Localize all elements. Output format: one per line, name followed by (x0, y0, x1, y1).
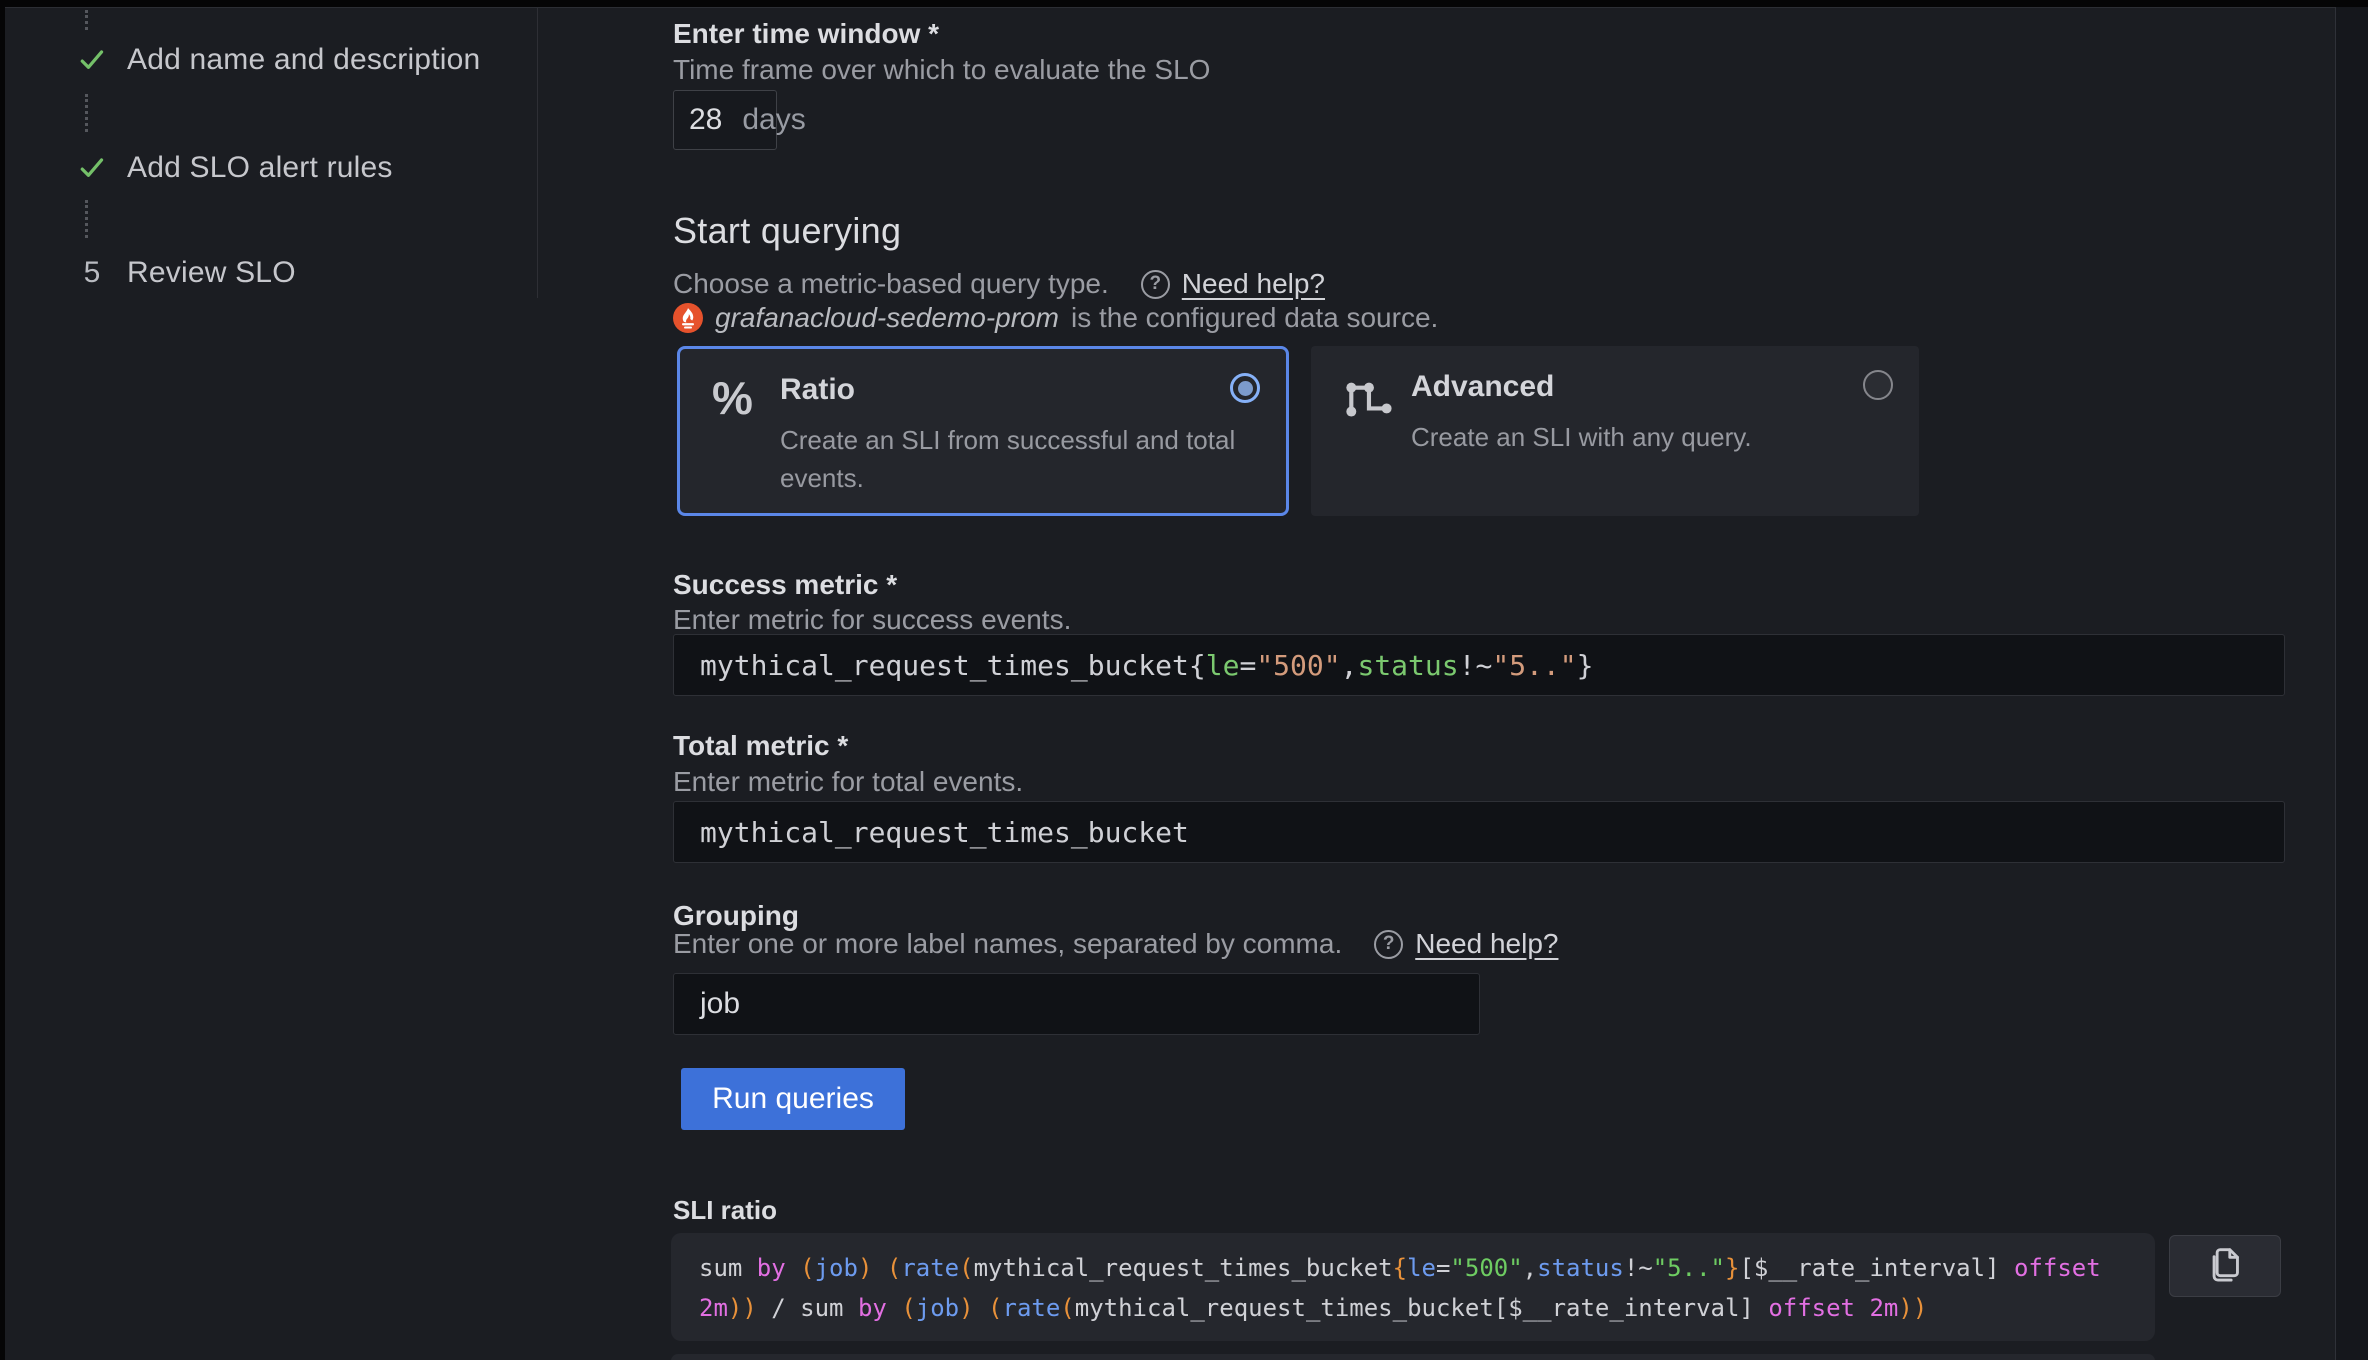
success-metric-input[interactable]: mythical_request_times_bucket{le="500", … (673, 634, 2285, 696)
sli-ratio-code-line1: sum by (job) (rate(mythical_request_time… (699, 1248, 2127, 1288)
time-window-value[interactable]: 28 (689, 103, 722, 137)
section-title: Start querying (673, 210, 901, 252)
next-code-block-partial (671, 1354, 2155, 1360)
time-window-unit: days (742, 103, 805, 137)
sidebar-divider (537, 8, 538, 298)
check-icon (77, 153, 107, 183)
sli-ratio-code: sum by (job) (rate(mythical_request_time… (671, 1233, 2155, 1341)
card-description: Create an SLI with any query. (1411, 418, 1891, 456)
radio-selected-icon[interactable] (1230, 373, 1260, 403)
time-window-label: Enter time window * (673, 18, 939, 50)
sidebar-step-alert-rules[interactable]: Add SLO alert rules (77, 148, 393, 188)
success-metric-description: Enter metric for success events. (673, 604, 1071, 636)
datasource-suffix: is the configured data source. (1071, 302, 1438, 334)
step-label: Review SLO (127, 256, 296, 290)
grouping-input[interactable]: job (673, 973, 1480, 1035)
need-help-link[interactable]: Need help? (1415, 928, 1558, 960)
help-circle-icon[interactable]: ? (1141, 270, 1170, 299)
time-window-description: Time frame over which to evaluate the SL… (673, 54, 1210, 86)
copy-button[interactable] (2169, 1235, 2281, 1297)
percent-icon: % (712, 371, 753, 425)
query-type-card-ratio[interactable]: % Ratio Create an SLI from successful an… (677, 346, 1289, 516)
total-metric-label: Total metric * (673, 730, 848, 762)
total-metric-input[interactable]: mythical_request_times_bucket (673, 801, 2285, 863)
sidebar-step-name-description[interactable]: Add name and description (77, 40, 480, 80)
grouping-description: Enter one or more label names, separated… (673, 928, 1342, 960)
need-help-link[interactable]: Need help? (1182, 268, 1325, 300)
step-label: Add name and description (127, 43, 480, 77)
card-title: Advanced (1411, 370, 1554, 404)
step-line-icon (1343, 374, 1397, 425)
prometheus-icon (673, 303, 703, 333)
run-queries-button[interactable]: Run queries (681, 1068, 905, 1130)
time-window-input[interactable]: 28 days (673, 90, 777, 150)
step-connector (85, 200, 88, 238)
sli-ratio-label: SLI ratio (673, 1195, 777, 1226)
help-circle-icon[interactable]: ? (1374, 930, 1403, 959)
step-number: 5 (77, 256, 107, 290)
check-icon (77, 45, 107, 75)
radio-unselected-icon[interactable] (1863, 370, 1893, 400)
sidebar-step-review-slo[interactable]: 5 Review SLO (77, 253, 296, 293)
step-connector (85, 10, 88, 30)
card-description: Create an SLI from successful and total … (780, 421, 1260, 497)
wizard-panel: Add name and description Add SLO alert r… (5, 7, 2335, 1360)
datasource-name: grafanacloud-sedemo-prom (715, 302, 1059, 334)
query-type-card-advanced[interactable]: Advanced Create an SLI with any query. (1311, 346, 1919, 516)
total-metric-description: Enter metric for total events. (673, 766, 1023, 798)
grouping-value: job (700, 987, 740, 1021)
copy-icon (2202, 1241, 2248, 1292)
card-title: Ratio (780, 373, 855, 407)
query-type-subtitle: Choose a metric-based query type. (673, 268, 1109, 300)
right-gutter (2335, 7, 2368, 1360)
step-label: Add SLO alert rules (127, 151, 393, 185)
sli-ratio-code-line2: 2m)) / sum by (job) (rate(mythical_reque… (699, 1288, 2127, 1328)
success-metric-label: Success metric * (673, 569, 897, 601)
step-connector (85, 94, 88, 132)
